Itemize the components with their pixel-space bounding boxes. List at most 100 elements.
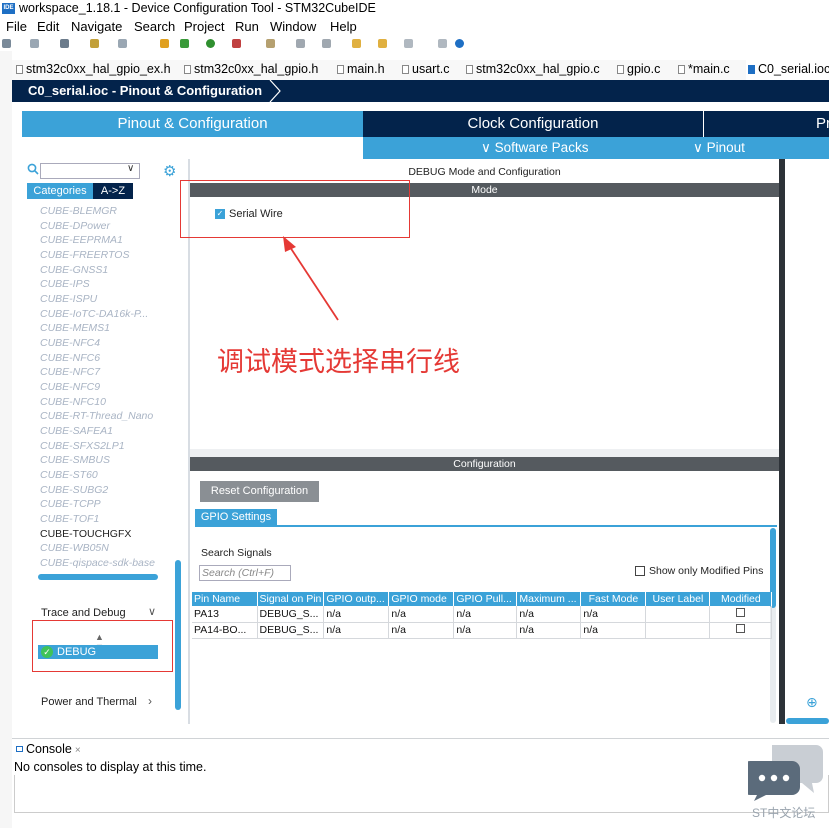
show-modified-label[interactable]: Show only Modified Pins xyxy=(649,565,763,577)
menu-run[interactable]: Run xyxy=(235,19,259,34)
print-icon[interactable] xyxy=(118,39,127,48)
search-signals-input[interactable]: Search (Ctrl+F) xyxy=(199,565,291,581)
chevron-down-icon[interactable]: ∨ xyxy=(127,163,134,174)
menu-help[interactable]: Help xyxy=(330,19,357,34)
pinout-menu[interactable]: ∨ Pinout xyxy=(693,140,745,156)
list-item[interactable]: CUBE-NFC6 xyxy=(40,352,100,364)
bug-icon[interactable] xyxy=(160,39,169,48)
table-row[interactable]: PA14-BO... DEBUG_S... n/a n/a n/a n/a n/… xyxy=(192,622,773,639)
column-header[interactable]: GPIO mode xyxy=(388,592,455,606)
vertical-scrollbar[interactable] xyxy=(175,560,181,710)
tab-clock-configuration[interactable]: Clock Configuration xyxy=(363,111,703,137)
save-icon[interactable] xyxy=(30,39,39,48)
editor-tab[interactable]: usart.c xyxy=(402,62,450,76)
horizontal-scrollbar[interactable] xyxy=(38,574,158,580)
modified-checkbox[interactable] xyxy=(736,624,746,633)
editor-tab[interactable]: gpio.c xyxy=(617,62,660,76)
prev-annotation-icon[interactable] xyxy=(322,39,331,48)
editor-tab[interactable]: *main.c xyxy=(678,62,730,76)
list-item[interactable]: CUBE-TOUCHGFX xyxy=(40,528,131,540)
menu-window[interactable]: Window xyxy=(270,19,316,34)
az-button[interactable]: A->Z xyxy=(93,183,133,199)
reset-configuration-button[interactable]: Reset Configuration xyxy=(200,481,319,502)
list-item[interactable]: CUBE-SAFEA1 xyxy=(40,425,113,437)
show-modified-checkbox[interactable] xyxy=(635,566,645,576)
list-item[interactable]: CUBE-IPS xyxy=(40,278,90,290)
annotation-icon[interactable] xyxy=(296,39,305,48)
list-item[interactable]: CUBE-qispace-sdk-base xyxy=(40,557,155,569)
list-item[interactable]: CUBE-SFXS2LP1 xyxy=(40,440,125,452)
list-item[interactable]: CUBE-TOF1 xyxy=(40,513,99,525)
new-icon[interactable] xyxy=(2,39,11,48)
list-item[interactable]: CUBE-NFC4 xyxy=(40,337,100,349)
debug-icon[interactable] xyxy=(180,39,189,48)
list-item[interactable]: CUBE-MEMS1 xyxy=(40,322,110,334)
column-header[interactable]: Maximum ... xyxy=(516,592,582,606)
run-icon[interactable] xyxy=(206,39,215,48)
menu-edit[interactable]: Edit xyxy=(37,19,59,34)
category-trace-and-debug[interactable]: Trace and Debug xyxy=(41,607,126,619)
category-search-input[interactable] xyxy=(40,163,140,179)
breadcrumb-label[interactable]: C0_serial.ioc - Pinout & Configuration xyxy=(28,83,262,98)
tab-project-manager[interactable]: Pr xyxy=(703,111,829,137)
list-item[interactable]: CUBE-RT-Thread_Nano xyxy=(40,410,153,422)
list-item[interactable]: CUBE-FREERTOS xyxy=(40,249,129,261)
chip-view-scrollbar[interactable] xyxy=(786,718,829,724)
nav-forward-icon[interactable] xyxy=(378,39,387,48)
info-icon[interactable] xyxy=(455,39,464,48)
column-header[interactable]: Pin Name xyxy=(192,592,258,606)
column-header[interactable]: GPIO outp... xyxy=(323,592,390,606)
list-item[interactable]: CUBE-GNSS1 xyxy=(40,264,108,276)
list-item[interactable]: CUBE-IoTC-DA16k-P... xyxy=(40,308,148,320)
editor-tab[interactable]: stm32c0xx_hal_gpio.h xyxy=(184,62,318,76)
editor-tab[interactable]: stm32c0xx_hal_gpio.c xyxy=(466,62,600,76)
chevron-right-icon[interactable]: › xyxy=(148,694,152,708)
categories-button[interactable]: Categories xyxy=(27,183,93,199)
menu-navigate[interactable]: Navigate xyxy=(71,19,122,34)
list-item[interactable]: CUBE-TCPP xyxy=(40,498,101,510)
list-item[interactable]: CUBE-NFC10 xyxy=(40,396,106,408)
column-header[interactable]: User Label xyxy=(645,592,711,606)
table-row[interactable]: PA13 DEBUG_S... n/a n/a n/a n/a n/a xyxy=(192,606,773,623)
list-item[interactable]: CUBE-DPower xyxy=(40,220,110,232)
list-item[interactable]: CUBE-SUBG2 xyxy=(40,484,108,496)
panel-splitter[interactable] xyxy=(190,449,779,457)
list-item[interactable]: CUBE-SMBUS xyxy=(40,454,110,466)
list-item[interactable]: CUBE-EEPRMA1 xyxy=(40,234,123,246)
menu-search[interactable]: Search xyxy=(134,19,175,34)
chevron-down-icon[interactable]: ∨ xyxy=(148,605,156,618)
software-packs-menu[interactable]: ∨ Software Packs xyxy=(481,140,588,156)
column-header[interactable]: Fast Mode xyxy=(580,592,647,606)
list-item[interactable]: CUBE-BLEMGR xyxy=(40,205,117,217)
list-item[interactable]: CUBE-WB05N xyxy=(40,542,109,554)
chip-view[interactable] xyxy=(779,159,829,724)
perspective-icon[interactable] xyxy=(438,39,447,48)
column-header[interactable]: Modified xyxy=(709,592,773,606)
pen-icon[interactable] xyxy=(266,39,275,48)
hammer-icon[interactable] xyxy=(90,39,99,48)
build-icon[interactable] xyxy=(60,39,69,48)
console-tab[interactable]: Console × xyxy=(16,742,81,756)
external-tools-icon[interactable] xyxy=(232,39,241,48)
list-item[interactable]: CUBE-ISPU xyxy=(40,293,97,305)
gear-icon[interactable]: ⚙ xyxy=(163,162,176,180)
list-item[interactable]: CUBE-NFC9 xyxy=(40,381,100,393)
tab-gpio-settings[interactable]: GPIO Settings xyxy=(195,509,277,525)
nav-back-icon[interactable] xyxy=(352,39,361,48)
editor-tab-active[interactable]: C0_serial.ioc xyxy=(746,60,829,80)
menu-project[interactable]: Project xyxy=(184,19,224,34)
menu-file[interactable]: File xyxy=(6,19,27,34)
category-power-and-thermal[interactable]: Power and Thermal xyxy=(41,696,137,708)
tab-pinout-configuration[interactable]: Pinout & Configuration xyxy=(22,111,363,137)
list-item[interactable]: CUBE-NFC7 xyxy=(40,366,100,378)
column-header[interactable]: Signal on Pin xyxy=(257,592,325,606)
editor-tab[interactable]: stm32c0xx_hal_gpio_ex.h xyxy=(16,62,171,76)
column-header[interactable]: GPIO Pull... xyxy=(453,592,518,606)
editor-tab[interactable]: main.h xyxy=(337,62,385,76)
forward-icon[interactable] xyxy=(404,39,413,48)
list-item[interactable]: CUBE-ST60 xyxy=(40,469,98,481)
modified-checkbox[interactable] xyxy=(736,607,746,617)
zoom-in-icon[interactable]: ⊕ xyxy=(806,694,818,711)
file-icon xyxy=(617,65,624,74)
close-icon[interactable]: × xyxy=(75,745,81,756)
